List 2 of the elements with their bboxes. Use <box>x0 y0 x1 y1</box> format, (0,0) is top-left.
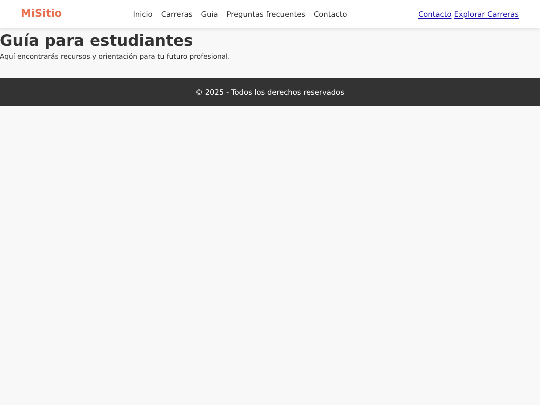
page-title: Guía para estudiantes <box>0 32 194 50</box>
site-logo: MiSitio <box>21 8 62 20</box>
